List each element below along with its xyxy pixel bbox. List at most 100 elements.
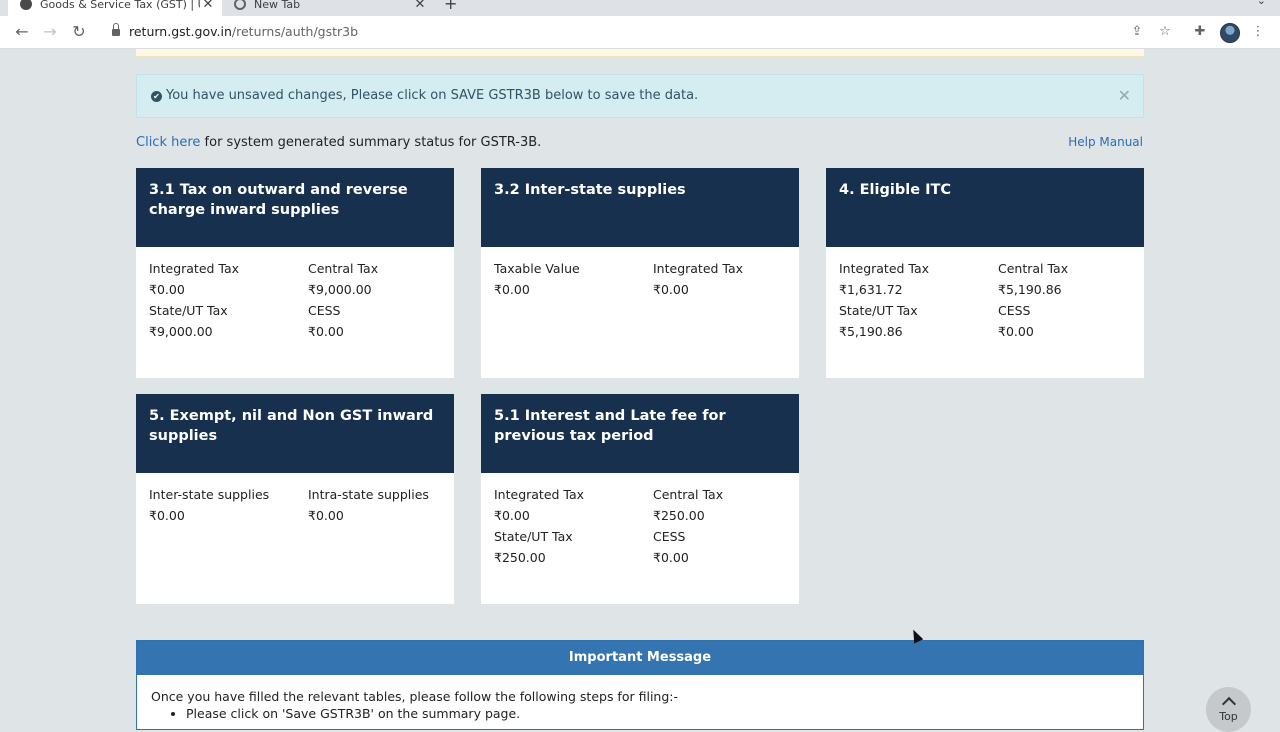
tile-3-1-outward-supplies[interactable]: 3.1 Tax on outward and reverse charge in… <box>136 168 454 378</box>
field-block: Intra-state supplies ₹0.00 <box>308 486 454 524</box>
field-block: Integrated Tax ₹0.00 <box>149 260 308 298</box>
tile-title: 5. Exempt, nil and Non GST inward suppli… <box>136 394 454 473</box>
field-value: ₹0.00 <box>308 508 344 523</box>
list-item: Please click on 'Save GSTR3B' on the sum… <box>186 705 1129 722</box>
field-label: Intra-state supplies <box>308 487 429 502</box>
field-block: State/UT Tax ₹5,190.86 <box>839 302 998 340</box>
tile-fields: Integrated Tax ₹0.00 Central Tax ₹250.00… <box>481 473 799 566</box>
field-value: ₹250.00 <box>494 550 546 565</box>
bookmark-star-icon[interactable]: ☆ <box>1155 22 1175 42</box>
tile-title: 3.2 Inter-state supplies <box>481 168 799 247</box>
field-value: ₹0.00 <box>308 324 344 339</box>
tile-fields: Inter-state supplies ₹0.00 Intra-state s… <box>136 473 454 524</box>
alert-close-icon[interactable]: ✕ <box>1118 86 1131 105</box>
field-value: ₹0.00 <box>149 282 185 297</box>
field-label: CESS <box>308 303 341 318</box>
field-block: CESS ₹0.00 <box>653 528 799 566</box>
field-value: ₹0.00 <box>494 508 530 523</box>
tab-close-icon[interactable]: ✕ <box>200 0 216 12</box>
top-label: Top <box>1219 710 1238 723</box>
share-icon[interactable]: ⇪ <box>1127 22 1147 42</box>
field-value: ₹0.00 <box>653 550 689 565</box>
browser-toolbar: ← → ↻ return.gst.gov.in/returns/auth/gst… <box>0 16 1280 49</box>
tile-fields: Integrated Tax ₹1,631.72 Central Tax ₹5,… <box>826 247 1144 340</box>
field-label: CESS <box>998 303 1031 318</box>
scroll-to-top-button[interactable]: Top <box>1206 687 1251 732</box>
profile-avatar[interactable] <box>1220 23 1240 43</box>
tile-title: 3.1 Tax on outward and reverse charge in… <box>136 168 454 247</box>
field-value: ₹250.00 <box>653 508 705 523</box>
click-here-link[interactable]: Click here <box>136 135 200 150</box>
tile-title: 5.1 Interest and Late fee for previous t… <box>481 394 799 473</box>
field-value: ₹0.00 <box>149 508 185 523</box>
filing-steps-list: Please click on 'Save GSTR3B' on the sum… <box>151 705 1129 722</box>
help-manual-link[interactable]: Help Manual <box>1068 135 1143 149</box>
reload-icon[interactable]: ↻ <box>69 22 89 42</box>
chevron-up-icon <box>1221 696 1236 712</box>
summary-status-text: for system generated summary status for … <box>200 135 542 150</box>
tile-4-eligible-itc[interactable]: 4. Eligible ITC Integrated Tax ₹1,631.72… <box>826 168 1144 378</box>
page-content: ✔ You have unsaved changes, Please click… <box>0 49 1280 732</box>
browser-tab-strip: Goods & Service Tax (GST) | U ✕ New Tab … <box>0 0 1280 16</box>
summary-status-row: Click here for system generated summary … <box>136 135 541 150</box>
important-message-body: Once you have filled the relevant tables… <box>137 675 1143 722</box>
field-label: CESS <box>653 529 686 544</box>
check-circle-icon: ✔ <box>151 91 162 102</box>
alert-message: You have unsaved changes, Please click o… <box>166 88 699 103</box>
tab-title: Goods & Service Tax (GST) | U <box>40 0 200 11</box>
important-message-intro: Once you have filled the relevant tables… <box>151 689 678 704</box>
field-label: Central Tax <box>998 261 1069 276</box>
tile-fields: Taxable Value ₹0.00 Integrated Tax ₹0.00 <box>481 247 799 298</box>
important-message-panel: Important Message Once you have filled t… <box>136 640 1144 730</box>
browser-menu-icon[interactable]: ⋮ <box>1248 22 1268 42</box>
tile-5-1-interest-late-fee[interactable]: 5.1 Interest and Late fee for previous t… <box>481 394 799 604</box>
tab-title: New Tab <box>254 0 301 11</box>
field-label: Integrated Tax <box>839 261 930 276</box>
field-label: Integrated Tax <box>149 261 240 276</box>
gst-favicon-icon <box>20 0 32 10</box>
field-value: ₹0.00 <box>494 282 530 297</box>
new-tab-plus-icon[interactable]: + <box>444 0 457 13</box>
field-value: ₹9,000.00 <box>149 324 213 339</box>
field-label: State/UT Tax <box>149 303 228 318</box>
back-arrow-icon[interactable]: ← <box>12 22 32 42</box>
tile-5-exempt-nil-non-gst[interactable]: 5. Exempt, nil and Non GST inward suppli… <box>136 394 454 604</box>
field-label: State/UT Tax <box>494 529 573 544</box>
top-notice-strip <box>136 49 1144 57</box>
field-label: Central Tax <box>308 261 379 276</box>
extensions-puzzle-icon[interactable]: ✚ <box>1190 22 1210 42</box>
field-block: Integrated Tax ₹1,631.72 <box>839 260 998 298</box>
field-label: Inter-state supplies <box>149 487 270 502</box>
field-block: CESS ₹0.00 <box>998 302 1144 340</box>
lock-icon <box>112 23 120 36</box>
field-block: Central Tax ₹5,190.86 <box>998 260 1144 298</box>
field-value: ₹0.00 <box>998 324 1034 339</box>
tile-3-2-inter-state-supplies[interactable]: 3.2 Inter-state supplies Taxable Value ₹… <box>481 168 799 378</box>
field-value: ₹5,190.86 <box>998 282 1062 297</box>
tile-fields: Integrated Tax ₹0.00 Central Tax ₹9,000.… <box>136 247 454 340</box>
address-bar[interactable]: return.gst.gov.in/returns/auth/gstr3b <box>100 19 1184 45</box>
field-label: Integrated Tax <box>653 261 744 276</box>
field-label: Taxable Value <box>494 261 580 276</box>
tab-new-tab[interactable]: New Tab ✕ <box>226 0 434 16</box>
tile-title: 4. Eligible ITC <box>826 168 1144 247</box>
field-label: Integrated Tax <box>494 487 585 502</box>
tab-gst[interactable]: Goods & Service Tax (GST) | U ✕ <box>8 0 222 16</box>
field-value: ₹0.00 <box>653 282 689 297</box>
forward-arrow-icon[interactable]: → <box>40 22 60 42</box>
field-block: Inter-state supplies ₹0.00 <box>149 486 308 524</box>
field-block: State/UT Tax ₹250.00 <box>494 528 653 566</box>
field-label: Central Tax <box>653 487 724 502</box>
tab-close-icon[interactable]: ✕ <box>412 0 428 12</box>
field-block: Central Tax ₹9,000.00 <box>308 260 454 298</box>
field-block: State/UT Tax ₹9,000.00 <box>149 302 308 340</box>
field-value: ₹9,000.00 <box>308 282 372 297</box>
field-block: CESS ₹0.00 <box>308 302 454 340</box>
field-block: Taxable Value ₹0.00 <box>494 260 653 298</box>
chrome-favicon-icon <box>234 0 246 10</box>
important-message-title: Important Message <box>137 641 1143 675</box>
unsaved-changes-alert: ✔ You have unsaved changes, Please click… <box>136 74 1144 118</box>
tab-search-chevron-icon[interactable]: ⌄ <box>1257 0 1266 7</box>
field-block: Integrated Tax ₹0.00 <box>494 486 653 524</box>
field-block: Integrated Tax ₹0.00 <box>653 260 799 298</box>
